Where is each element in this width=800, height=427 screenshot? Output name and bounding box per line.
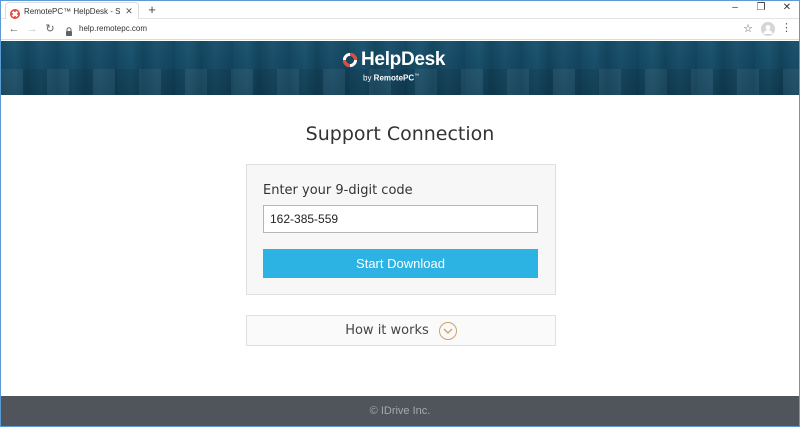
helpdesk-logo[interactable]: HelpDesk [342,49,446,71]
logo-text: HelpDesk [361,49,446,70]
profile-avatar-icon[interactable] [761,22,775,36]
bookmark-star-icon[interactable]: ☆ [743,22,753,35]
browser-window: RemotePC™ HelpDesk - Secure r ✕ + – ❐ ✕ … [0,0,800,427]
reload-icon[interactable]: ↻ [43,22,57,36]
how-it-works-label: How it works [345,323,429,338]
code-entry-card: Enter your 9-digit code Start Download [246,164,556,295]
lifebuoy-icon [10,6,20,19]
forward-arrow-icon[interactable]: → [25,22,39,36]
lock-icon[interactable] [65,24,73,36]
code-input[interactable] [263,205,538,233]
minimize-button[interactable]: – [729,2,741,13]
restore-button[interactable]: ❐ [755,2,767,13]
more-menu-icon[interactable]: ⋮ [781,21,792,34]
how-it-works-toggle[interactable]: How it works [246,315,556,346]
address-bar[interactable]: help.remotepc.com [79,24,147,33]
code-label: Enter your 9-digit code [263,183,413,198]
copyright-text: © IDrive Inc. [369,405,431,417]
browser-tab[interactable]: RemotePC™ HelpDesk - Secure r ✕ [5,2,139,19]
logo-sub-prefix: by [363,73,374,83]
header-banner: HelpDesk by RemotePC™ [1,41,799,95]
logo-sub-trademark: ™ [414,73,420,79]
logo-subtitle: by RemotePC™ [363,73,419,83]
window-controls: – ❐ ✕ [729,2,793,13]
chevron-down-icon[interactable] [438,321,457,340]
footer: © IDrive Inc. [1,396,799,426]
tab-title: RemotePC™ HelpDesk - Secure r [24,6,120,16]
logo-sub-brand: RemotePC [373,73,415,83]
page-title: Support Connection [305,123,495,145]
start-download-button[interactable]: Start Download [263,249,538,278]
browser-toolbar: ← → ↻ help.remotepc.com ☆ ⋮ [1,20,799,40]
lifebuoy-icon [342,52,358,68]
back-arrow-icon[interactable]: ← [7,22,21,36]
tab-bar: RemotePC™ HelpDesk - Secure r ✕ + – ❐ ✕ [1,1,799,19]
close-tab-icon[interactable]: ✕ [124,6,134,17]
new-tab-button[interactable]: + [145,2,159,17]
close-window-button[interactable]: ✕ [781,2,793,13]
